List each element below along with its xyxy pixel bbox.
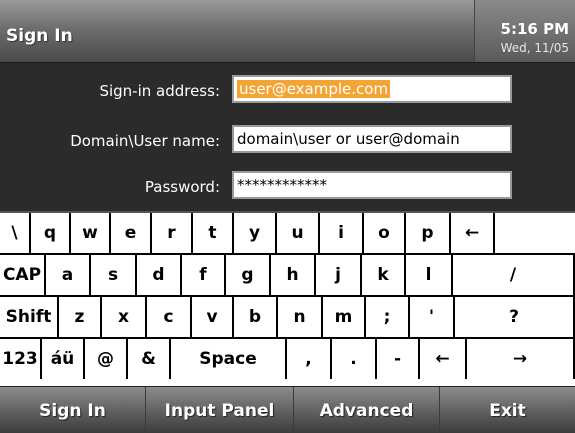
password-input[interactable]: ************: [232, 171, 512, 199]
key-e[interactable]: e: [111, 213, 152, 253]
key-c[interactable]: c: [147, 297, 192, 337]
password-row: Password: ************: [0, 171, 575, 203]
key-n[interactable]: n: [278, 297, 323, 337]
key-apostrophe[interactable]: ': [410, 297, 455, 337]
key-t[interactable]: t: [193, 213, 234, 253]
title-bar: Sign In 5:16 PM Wed, 11/05: [0, 0, 575, 63]
signin-address-row: Sign-in address: user@example.com: [0, 75, 575, 107]
input-panel-button[interactable]: Input Panel: [146, 387, 294, 433]
signin-address-value: user@example.com: [237, 80, 391, 98]
key-w[interactable]: w: [71, 213, 111, 253]
domain-user-label: Domain\User name:: [70, 132, 220, 150]
bottom-toolbar: Sign In Input Panel Advanced Exit: [0, 386, 575, 433]
exit-button[interactable]: Exit: [440, 387, 575, 433]
key-arrow-right[interactable]: →: [467, 339, 575, 379]
key-j[interactable]: j: [316, 255, 362, 295]
keyboard-row-2: CAP a s d f g h j k l /: [0, 255, 575, 297]
key-123[interactable]: 123: [0, 339, 42, 379]
keyboard-row-3: Shift z x c v b n m; '?: [0, 297, 575, 339]
key-p[interactable]: p: [406, 213, 451, 253]
key-a[interactable]: a: [46, 255, 91, 295]
key-semicolon[interactable]: ;: [366, 297, 410, 337]
key-s[interactable]: s: [91, 255, 137, 295]
clock-panel: 5:16 PM Wed, 11/05: [474, 0, 575, 62]
key-i[interactable]: i: [320, 213, 364, 253]
key-arrow-left[interactable]: ←: [451, 213, 495, 253]
key-x[interactable]: x: [102, 297, 147, 337]
key-slash[interactable]: /: [453, 255, 575, 295]
key-shift[interactable]: Shift: [0, 297, 59, 337]
key-at[interactable]: @: [85, 339, 128, 379]
key-arrow-left[interactable]: ←: [420, 339, 467, 379]
key-l[interactable]: l: [406, 255, 453, 295]
clock-date: Wed, 11/05: [500, 41, 569, 55]
key-ampersand[interactable]: &: [128, 339, 171, 379]
key-m[interactable]: m: [323, 297, 366, 337]
key-space[interactable]: Space: [171, 339, 287, 379]
key-h[interactable]: h: [271, 255, 316, 295]
signin-address-input[interactable]: user@example.com: [232, 75, 512, 103]
key-y[interactable]: y: [234, 213, 277, 253]
key-b[interactable]: b: [234, 297, 278, 337]
sign-in-screen: Sign In 5:16 PM Wed, 11/05 Sign-in addre…: [0, 0, 575, 433]
keyboard-row-1: \ q w e r t y u i o p ←: [0, 213, 575, 255]
clock-time: 5:16 PM: [500, 20, 569, 38]
sign-in-button[interactable]: Sign In: [0, 387, 146, 433]
advanced-button[interactable]: Advanced: [294, 387, 440, 433]
key-q[interactable]: q: [31, 213, 71, 253]
key-f[interactable]: f: [182, 255, 226, 295]
key-z[interactable]: z: [59, 297, 102, 337]
key-backslash[interactable]: \: [0, 213, 31, 253]
signin-address-label: Sign-in address:: [99, 82, 220, 100]
password-label: Password:: [144, 178, 220, 196]
key-comma[interactable]: ,: [287, 339, 332, 379]
key-question[interactable]: ?: [455, 297, 575, 337]
key-k[interactable]: k: [362, 255, 406, 295]
key-u[interactable]: u: [277, 213, 320, 253]
sign-in-form: Sign-in address: user@example.com Domain…: [0, 63, 575, 211]
key-v[interactable]: v: [192, 297, 234, 337]
keyboard-row-4: 123 áü @ & Space,. - ← →: [0, 339, 575, 379]
key-accents[interactable]: áü: [42, 339, 85, 379]
key-o[interactable]: o: [364, 213, 406, 253]
domain-user-input[interactable]: domain\user or user@domain: [232, 125, 512, 153]
key-period[interactable]: .: [332, 339, 377, 379]
key-r[interactable]: r: [152, 213, 193, 253]
key-d[interactable]: d: [137, 255, 182, 295]
on-screen-keyboard: \ q w e r t y u i o p ← CAP a s d f g h j k l / Shift z x c v b n m;…: [0, 211, 575, 386]
key-minus[interactable]: -: [377, 339, 420, 379]
key-g[interactable]: g: [226, 255, 271, 295]
domain-user-row: Domain\User name: domain\user or user@do…: [0, 125, 575, 157]
page-title: Sign In: [6, 26, 73, 46]
key-cap[interactable]: CAP: [0, 255, 46, 295]
